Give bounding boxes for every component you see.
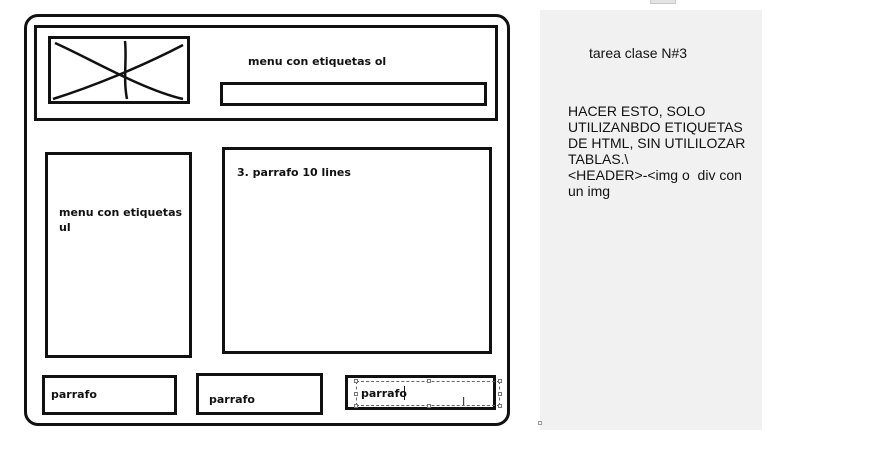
- header-menu-label: menu con etiquetas ol: [248, 55, 387, 68]
- resize-handle[interactable]: [498, 404, 502, 408]
- resize-handle[interactable]: [427, 404, 431, 408]
- header-image-placeholder: [48, 36, 190, 104]
- text-caret: [404, 386, 405, 400]
- wireframe-canvas[interactable]: menu con etiquetas ol menu con etiquetas…: [0, 0, 540, 430]
- text-cursor-icon: I: [462, 395, 466, 408]
- resize-handle[interactable]: [354, 404, 358, 408]
- resize-handle[interactable]: [498, 379, 502, 383]
- resize-handle[interactable]: [427, 379, 431, 383]
- side-menu-box: [45, 152, 192, 358]
- toolbar-fragment: [650, 0, 676, 4]
- notes-panel: tarea clase N#3 HACER ESTO, SOLO UTILIZA…: [540, 10, 762, 430]
- notes-body: HACER ESTO, SOLO UTILIZANBDO ETIQUETAS D…: [568, 103, 746, 199]
- panel-corner-handle[interactable]: [538, 421, 542, 425]
- side-menu-label: menu con etiquetas ul: [59, 206, 183, 234]
- image-placeholder-icon: [52, 40, 184, 101]
- notes-title: tarea clase N#3: [589, 45, 688, 61]
- footer-paragraph-label-2: parrafo: [209, 393, 255, 406]
- header-menu-bar: [220, 82, 487, 106]
- footer-paragraph-label-3[interactable]: parrafo: [361, 386, 407, 401]
- resize-handle[interactable]: [354, 392, 358, 396]
- main-paragraph-label: 3. parrafo 10 lines: [237, 166, 351, 179]
- footer-paragraph-label-1: parrafo: [51, 388, 97, 401]
- resize-handle[interactable]: [498, 392, 502, 396]
- resize-handle[interactable]: [354, 379, 358, 383]
